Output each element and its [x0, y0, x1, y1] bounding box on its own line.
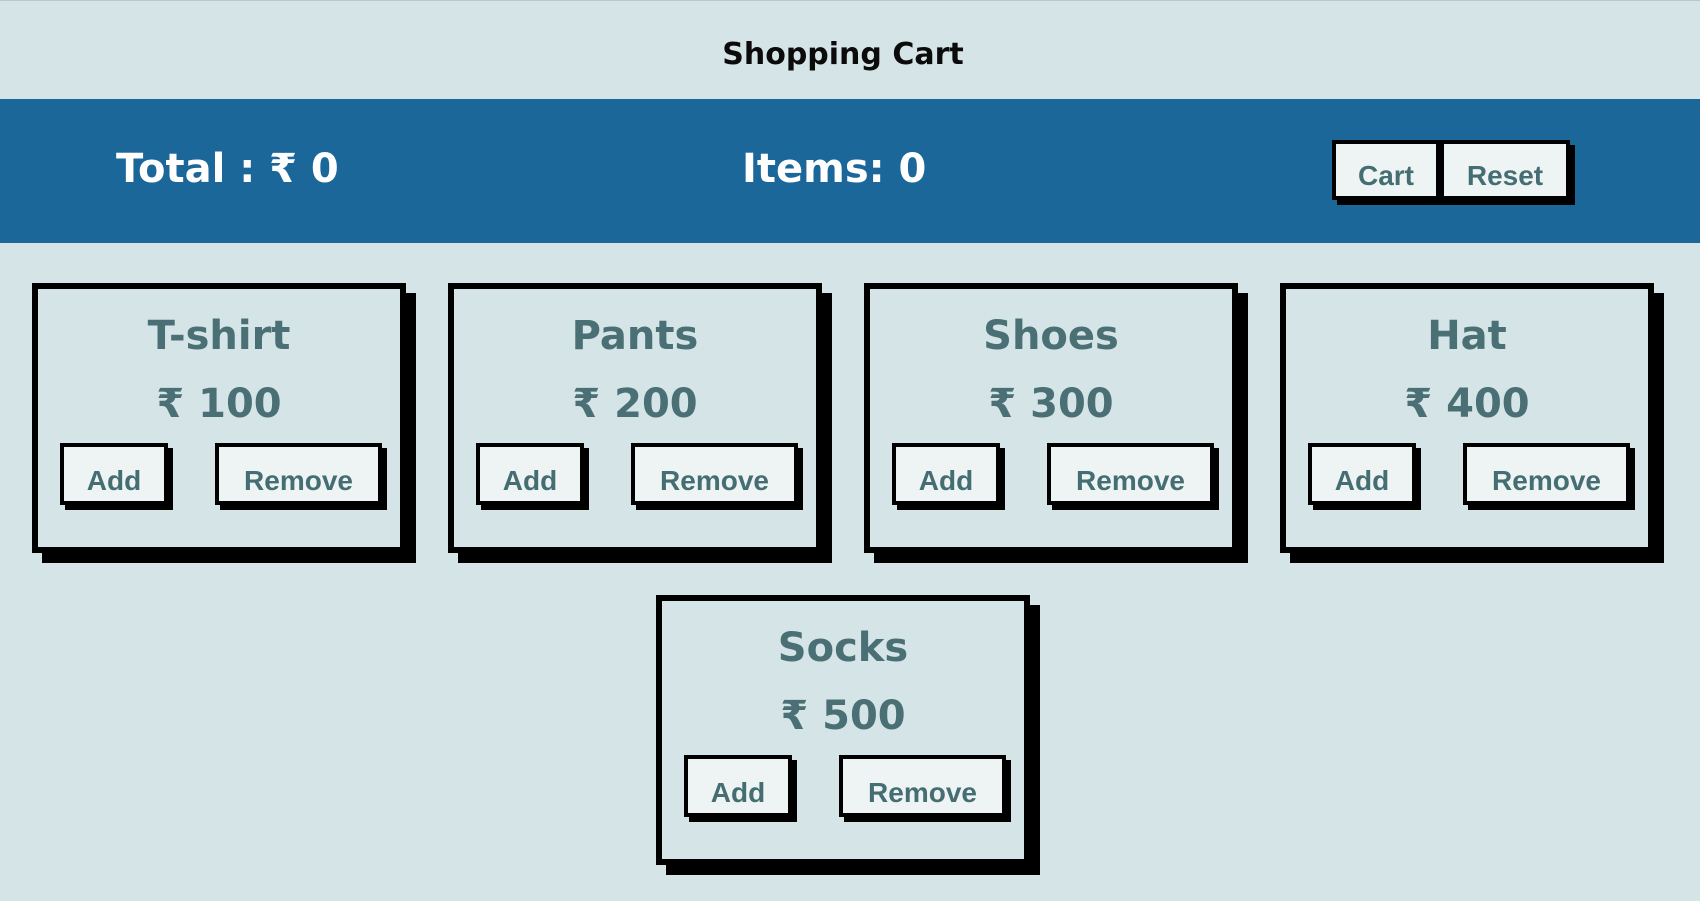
- cart-button[interactable]: Cart: [1332, 140, 1440, 200]
- product-card-tshirt: T-shirt ₹ 100 Add Remove: [32, 283, 406, 553]
- product-card-shoes: Shoes ₹ 300 Add Remove: [864, 283, 1238, 553]
- product-card-socks: Socks ₹ 500 Add Remove: [656, 595, 1030, 865]
- product-price: ₹ 300: [988, 381, 1114, 427]
- remove-button[interactable]: Remove: [839, 755, 1006, 817]
- add-button[interactable]: Add: [476, 443, 584, 505]
- product-name: Shoes: [983, 313, 1119, 359]
- product-price: ₹ 100: [156, 381, 282, 427]
- product-name: T-shirt: [147, 313, 291, 359]
- remove-button[interactable]: Remove: [1463, 443, 1630, 505]
- remove-button[interactable]: Remove: [1047, 443, 1214, 505]
- product-price: ₹ 200: [572, 381, 698, 427]
- items-count: Items: 0: [742, 146, 927, 192]
- add-button[interactable]: Add: [892, 443, 1000, 505]
- cart-summary-bar: Total : ₹ 0 Items: 0 Cart Reset: [0, 99, 1700, 243]
- remove-button[interactable]: Remove: [215, 443, 382, 505]
- total-label: Total : ₹ 0: [116, 146, 339, 192]
- add-button[interactable]: Add: [684, 755, 792, 817]
- remove-button[interactable]: Remove: [631, 443, 798, 505]
- cart-actions: Cart Reset: [1332, 140, 1570, 200]
- reset-button[interactable]: Reset: [1440, 140, 1570, 200]
- product-name: Hat: [1427, 313, 1507, 359]
- add-button[interactable]: Add: [60, 443, 168, 505]
- page-title: Shopping Cart: [722, 37, 964, 72]
- product-card-pants: Pants ₹ 200 Add Remove: [448, 283, 822, 553]
- product-name: Socks: [777, 625, 909, 671]
- product-name: Pants: [571, 313, 699, 359]
- product-price: ₹ 400: [1404, 381, 1530, 427]
- add-button[interactable]: Add: [1308, 443, 1416, 505]
- product-price: ₹ 500: [780, 693, 906, 739]
- product-card-hat: Hat ₹ 400 Add Remove: [1280, 283, 1654, 553]
